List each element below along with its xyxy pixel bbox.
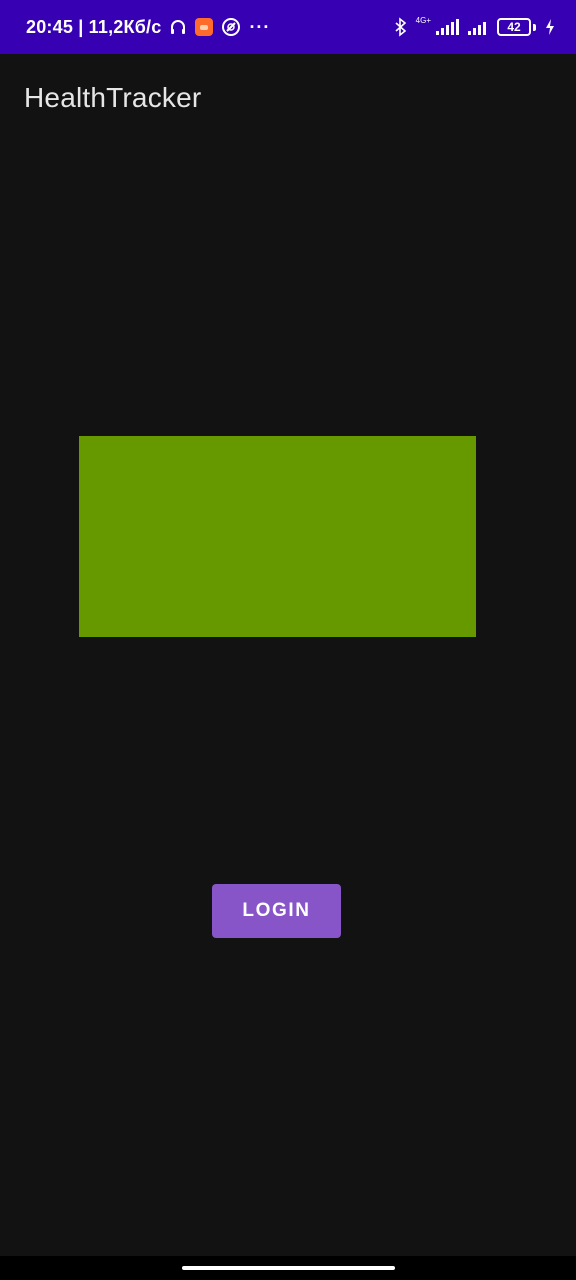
battery-icon: 42 xyxy=(497,18,531,36)
status-time-speed: 20:45 | 11,2Кб/с xyxy=(26,16,162,37)
app-bar: HealthTracker xyxy=(0,54,576,142)
battery-level: 42 xyxy=(507,20,521,34)
bluetooth-icon xyxy=(394,17,408,37)
app-title: HealthTracker xyxy=(24,82,202,113)
network-type-label: 4G+ xyxy=(415,16,431,25)
sync-icon xyxy=(221,17,241,37)
signal-icon xyxy=(435,19,459,35)
charging-icon xyxy=(544,18,556,36)
login-button[interactable]: LOGIN xyxy=(212,884,341,938)
more-icon: ··· xyxy=(249,17,271,37)
app-badge-icon xyxy=(195,18,214,36)
status-bar: 20:45 | 11,2Кб/с ··· 4G+ 42 xyxy=(0,0,576,54)
signal-icon-2 xyxy=(467,19,489,35)
status-left: 20:45 | 11,2Кб/с ··· xyxy=(26,17,270,38)
headphones-icon xyxy=(169,18,187,36)
status-right: 4G+ 42 xyxy=(394,17,556,37)
green-panel xyxy=(79,436,476,637)
battery-nub xyxy=(533,23,536,31)
home-indicator[interactable] xyxy=(182,1266,395,1270)
